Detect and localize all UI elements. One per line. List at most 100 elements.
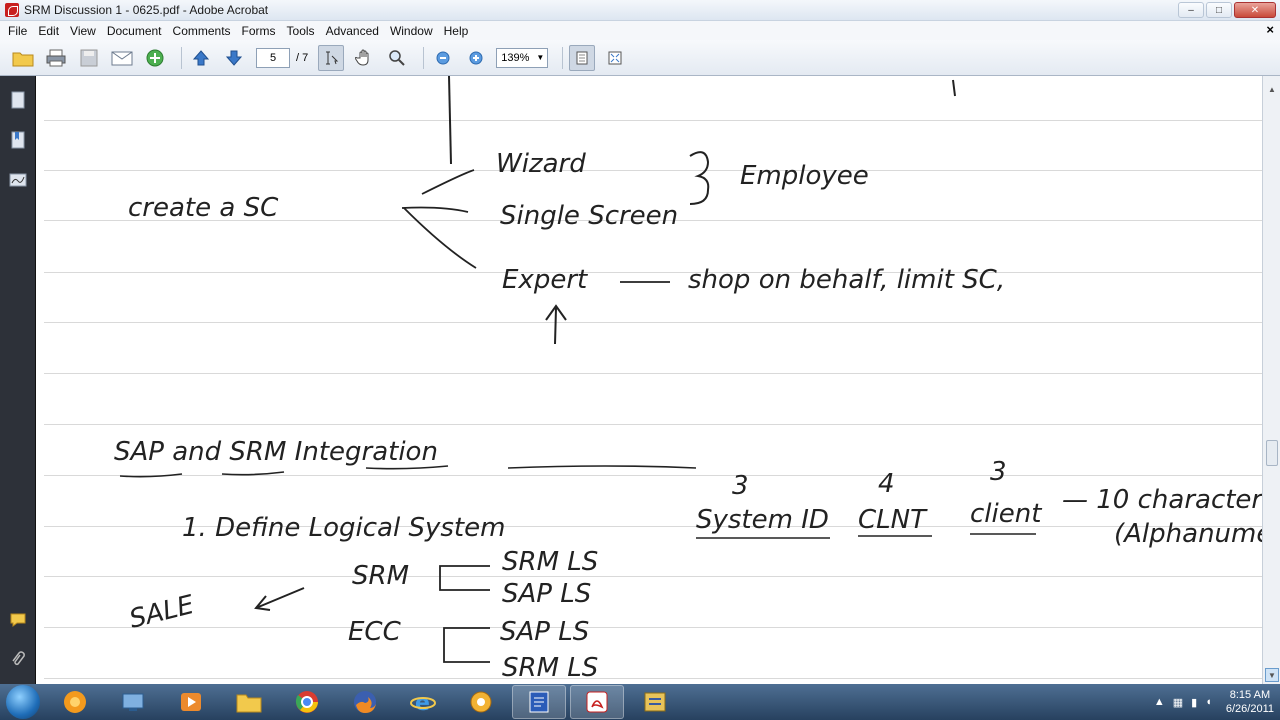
fit-page-icon[interactable]	[569, 44, 596, 71]
tray-arrow-icon[interactable]: ▲	[1154, 696, 1165, 708]
define-logical-system-text: 1. Define Logical System	[182, 513, 505, 543]
signatures-icon[interactable]	[8, 170, 28, 190]
taskbar-app-ie[interactable]: e	[396, 685, 450, 719]
bookmarks-icon[interactable]	[8, 130, 28, 150]
page-total-label: / 7	[296, 51, 309, 64]
underline-stroke	[119, 465, 697, 478]
print-icon[interactable]	[43, 45, 69, 71]
menu-edit[interactable]: Edit	[34, 24, 63, 38]
ten-characters-text: — 10 characters	[1062, 485, 1262, 515]
branch-stroke	[403, 207, 477, 269]
chevron-down-icon: ▼	[536, 52, 545, 62]
network-icon[interactable]: ▦	[1173, 696, 1183, 709]
sap-ls-text: SAP LS	[502, 579, 591, 609]
vertical-scrollbar[interactable]: ▲ ▼	[1262, 76, 1280, 684]
close-button[interactable]: ✕	[1234, 2, 1276, 18]
taskbar-app-settings[interactable]	[454, 685, 508, 719]
expert-text: Expert	[502, 265, 588, 295]
zoom-out-icon[interactable]	[430, 45, 456, 71]
taskbar-app-player[interactable]	[164, 685, 218, 719]
taskbar-app-tool[interactable]	[628, 685, 682, 719]
save-icon[interactable]	[76, 45, 102, 71]
menu-tools[interactable]: Tools	[283, 24, 319, 38]
menu-help[interactable]: Help	[440, 24, 473, 38]
windows-taskbar: e ▲ ▦ ▮ ◖ 8:15 AM 6/26/2011	[0, 684, 1280, 720]
scroll-down-button[interactable]: ▼	[1265, 668, 1279, 682]
taskbar-app-remote[interactable]	[106, 685, 160, 719]
window-controls: – □ ✕	[1178, 2, 1276, 18]
open-folder-icon[interactable]	[10, 45, 36, 71]
next-page-icon[interactable]	[221, 45, 247, 71]
collaborate-icon[interactable]	[142, 45, 168, 71]
handwritten-notes: Wizard Employee create a SC Single Scree…	[114, 76, 1262, 683]
taskbar-app-firefox[interactable]	[338, 685, 392, 719]
single-screen-text: Single Screen	[500, 201, 678, 231]
clock-time: 8:15 AM	[1229, 689, 1271, 701]
toolbar: 5 / 7 139% ▼	[0, 40, 1280, 76]
clnt-text: CLNT	[858, 505, 928, 535]
create-sc-text: create a SC	[128, 193, 279, 223]
maximize-button[interactable]: □	[1206, 2, 1232, 18]
taskbar-app-acrobat[interactable]	[570, 685, 624, 719]
ecc-srm-ls-text: SRM LS	[502, 653, 598, 683]
zoom-level-select[interactable]: 139% ▼	[496, 47, 549, 68]
branch-stroke	[401, 206, 469, 213]
sysid-length-text: 3	[732, 471, 749, 501]
scroll-thumb[interactable]	[1266, 440, 1278, 466]
menu-forms[interactable]: Forms	[238, 24, 280, 38]
menu-comments[interactable]: Comments	[169, 24, 235, 38]
bracket-stroke	[439, 565, 490, 591]
system-clock[interactable]: 8:15 AM 6/26/2011	[1226, 688, 1274, 716]
start-button[interactable]	[6, 685, 40, 719]
minimize-button[interactable]: –	[1178, 2, 1204, 18]
zoom-in-icon[interactable]	[463, 45, 489, 71]
toolbar-separator	[423, 46, 425, 69]
taskbar-app-notes[interactable]	[512, 685, 566, 719]
system-tray: ▲ ▦ ▮ ◖ 8:15 AM 6/26/2011	[1154, 684, 1274, 720]
email-icon[interactable]	[109, 45, 135, 71]
taskbar-app-folder[interactable]	[222, 685, 276, 719]
menu-document[interactable]: Document	[103, 24, 166, 38]
up-arrow-stroke	[545, 304, 567, 345]
window-title: SRM Discussion 1 - 0625.pdf - Adobe Acro…	[24, 3, 269, 17]
vertical-stroke	[448, 76, 452, 165]
alphanumeric-text: (Alphanumeric)	[1114, 519, 1262, 549]
document-close-button[interactable]: ×	[1266, 22, 1274, 37]
previous-page-icon[interactable]	[188, 45, 214, 71]
vertical-stroke	[952, 79, 956, 97]
hand-tool-icon[interactable]	[351, 45, 377, 71]
menu-advanced[interactable]: Advanced	[322, 24, 383, 38]
scroll-up-button[interactable]: ▲	[1265, 82, 1279, 96]
client-text: client	[970, 499, 1042, 529]
document-page: Wizard Employee create a SC Single Scree…	[36, 76, 1262, 684]
client-length-text: 3	[990, 457, 1007, 487]
select-text-icon[interactable]	[318, 44, 345, 71]
full-screen-icon[interactable]	[602, 45, 628, 71]
wizard-text: Wizard	[496, 149, 586, 179]
zoom-tool-icon[interactable]	[384, 45, 410, 71]
system-id-text: System ID	[696, 505, 829, 535]
sale-text: SALE	[126, 590, 197, 635]
taskbar-app-media[interactable]	[48, 685, 102, 719]
menu-window[interactable]: Window	[386, 24, 437, 38]
menu-file[interactable]: File	[4, 24, 31, 38]
zoom-level-value: 139%	[501, 51, 530, 64]
svg-text:e: e	[415, 691, 430, 715]
ecc-sap-ls-text: SAP LS	[500, 617, 589, 647]
navigation-panel	[0, 76, 36, 684]
clnt-length-text: 4	[878, 469, 895, 499]
acrobat-app-icon	[5, 3, 19, 17]
menu-bar: File Edit View Document Comments Forms T…	[0, 21, 1280, 40]
menu-view[interactable]: View	[66, 24, 100, 38]
comments-icon[interactable]	[8, 610, 28, 630]
window-titlebar: SRM Discussion 1 - 0625.pdf - Adobe Acro…	[0, 0, 1280, 21]
pages-icon[interactable]	[8, 90, 28, 110]
toolbar-separator	[181, 46, 182, 69]
volume-icon[interactable]: ◖	[1205, 696, 1212, 708]
taskbar-app-chrome[interactable]	[280, 685, 334, 719]
attachments-icon[interactable]	[8, 650, 28, 670]
page-number-input[interactable]: 5	[256, 47, 290, 68]
bracket-stroke	[443, 627, 490, 663]
signal-icon[interactable]: ▮	[1191, 696, 1197, 709]
employee-text: Employee	[740, 161, 869, 191]
